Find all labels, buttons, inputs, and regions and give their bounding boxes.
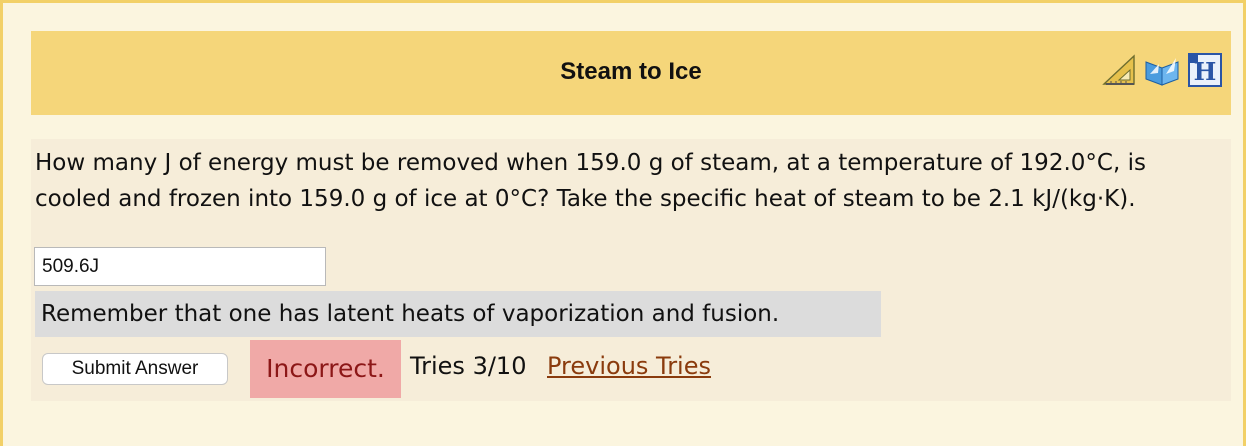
triangle-ruler-icon[interactable] (1101, 52, 1137, 88)
problem-container: Steam to Ice H How many J of energy must… (0, 0, 1246, 446)
incorrect-status-badge: Incorrect. (250, 340, 401, 398)
submit-answer-button[interactable]: Submit Answer (42, 353, 228, 385)
help-icon[interactable]: H (1187, 52, 1223, 88)
header-icons: H (1101, 51, 1223, 89)
hint-message: Remember that one has latent heats of va… (35, 291, 881, 337)
problem-title: Steam to Ice (560, 58, 702, 85)
previous-tries-link[interactable]: Previous Tries (547, 352, 711, 380)
book-icon[interactable] (1144, 52, 1180, 88)
problem-panel: How many J of energy must be removed whe… (31, 139, 1231, 401)
tries-counter: Tries 3/10 (410, 352, 527, 380)
problem-header: Steam to Ice H (31, 31, 1231, 115)
question-text: How many J of energy must be removed whe… (35, 150, 1146, 212)
answer-input[interactable] (34, 247, 326, 286)
